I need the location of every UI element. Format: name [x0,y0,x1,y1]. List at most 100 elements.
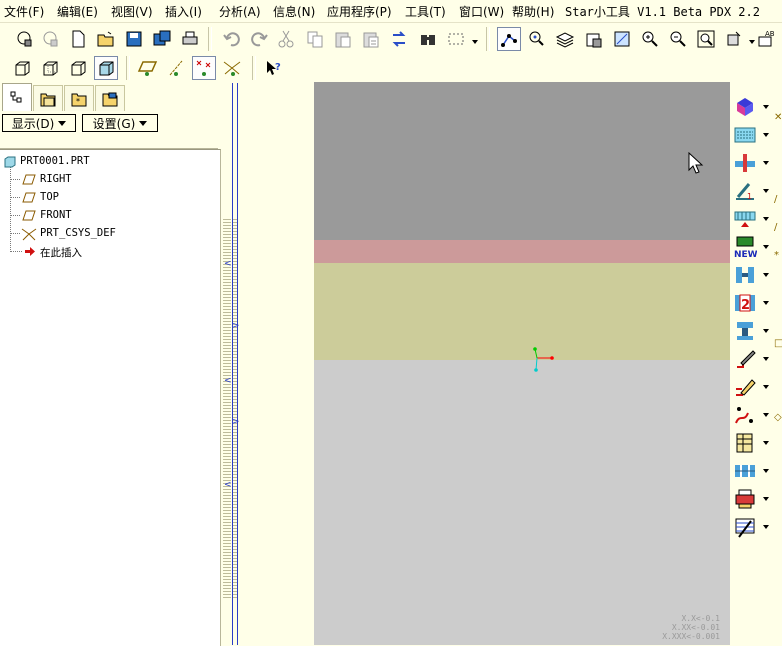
partial-icon[interactable]: ✕ [774,112,782,123]
save-icon[interactable] [122,27,146,51]
datum-points-icon[interactable] [192,56,216,80]
annotation-icon[interactable]: AB [755,27,779,51]
no-hidden-icon[interactable] [66,56,90,80]
shading-icon[interactable] [94,56,118,80]
chevron-down-icon[interactable] [763,525,769,529]
table-icon[interactable] [733,431,757,455]
save-copy-icon[interactable] [150,27,174,51]
chevron-down-icon[interactable] [763,245,769,249]
texture-icon[interactable] [733,515,757,539]
redo-icon[interactable] [247,27,271,51]
select-box-icon[interactable] [444,27,468,51]
print-icon[interactable] [178,27,202,51]
partial-icon[interactable]: * [774,250,779,261]
shell-icon[interactable] [733,263,757,287]
hidden-line-icon[interactable] [38,56,62,80]
menu-info[interactable]: 信息(N) [273,3,315,20]
printer-icon[interactable] [733,487,757,511]
navigator-splitter[interactable]: < > < > < [221,83,241,645]
sketch-edit-icon[interactable] [733,347,757,371]
zoom-in-icon[interactable] [638,27,662,51]
expand-arrow-icon[interactable]: > [232,417,240,427]
show-button[interactable]: 显示(D) [2,114,76,132]
regenerate-icon[interactable] [387,27,411,51]
chevron-down-icon[interactable] [763,301,769,305]
collapse-arrow-icon[interactable]: < [224,376,232,386]
spin-center-icon[interactable] [525,27,549,51]
settings-button[interactable]: 设置(G) [82,114,158,132]
zoom-out-icon[interactable] [666,27,690,51]
shading-wireframe-icon[interactable] [10,56,34,80]
copy-icon[interactable] [303,27,327,51]
datum-curve-icon[interactable] [733,403,757,427]
context-help-icon[interactable]: ? [262,56,286,80]
chevron-down-icon[interactable] [763,105,769,109]
datum-planes-icon[interactable] [136,56,160,80]
datum-display-icon[interactable] [497,27,521,51]
menu-applications[interactable]: 应用程序(P) [327,3,392,20]
datum-axes-icon[interactable] [164,56,188,80]
menu-edit[interactable]: 编辑(E) [57,3,98,20]
new-feature-icon[interactable]: NEW [733,235,758,260]
chevron-down-icon[interactable] [763,133,769,137]
tree-item-csys[interactable]: PRT_CSYS_DEF [0,225,218,242]
select-box-dropdown-icon[interactable] [472,40,478,44]
chevron-down-icon[interactable] [763,273,769,277]
paste-icon[interactable] [331,27,355,51]
draft-icon[interactable]: 1 [733,179,757,203]
chevron-down-icon[interactable] [763,497,769,501]
graphics-window[interactable]: X.X<-0.1 X.XX<-0.01 X.XXX<-0.001 [314,82,730,645]
partial-icon[interactable]: ◇ [774,412,782,423]
insert-icon[interactable] [733,319,757,343]
tree-item-insert-here[interactable]: 在此插入 [0,243,218,260]
find-icon[interactable] [416,27,440,51]
undo-icon[interactable] [220,27,244,51]
chevron-down-icon[interactable] [763,469,769,473]
menu-tools[interactable]: 工具(T) [405,3,446,20]
menu-analysis[interactable]: 分析(A) [219,3,261,20]
cut-icon[interactable] [274,27,298,51]
layers-icon[interactable] [553,27,577,51]
menu-help[interactable]: 帮助(H) [512,3,554,20]
chevron-down-icon[interactable] [763,357,769,361]
menu-file[interactable]: 文件(F) [4,3,44,20]
paste-special-icon[interactable] [359,27,383,51]
tree-item-front[interactable]: FRONT [0,207,218,224]
tree-root[interactable]: PRT0001.PRT [0,153,218,170]
menu-star-tools[interactable]: Star小工具 V1.1 Beta PDX 2.2 [565,3,760,20]
open-file-icon[interactable] [94,27,118,51]
expand-arrow-icon[interactable]: > [232,321,240,331]
protrusion-icon[interactable] [733,95,757,119]
menu-window[interactable]: 窗口(W) [459,3,504,20]
rib-icon[interactable] [733,207,757,231]
chevron-down-icon[interactable] [763,189,769,193]
erase-not-displayed-icon[interactable] [38,27,62,51]
open-from-session-icon[interactable] [12,27,36,51]
chevron-down-icon[interactable] [763,217,769,221]
folder-browser-tab[interactable] [33,85,63,111]
model-tree-tab[interactable] [2,83,32,111]
connections-tab[interactable] [95,85,125,111]
hole-icon[interactable] [733,151,757,175]
partial-icon[interactable]: / [774,222,777,233]
menu-view[interactable]: 视图(V) [111,3,153,20]
coordinate-systems-icon[interactable] [220,56,244,80]
tree-item-top[interactable]: TOP [0,189,218,206]
refit-icon[interactable] [694,27,718,51]
collapse-arrow-icon[interactable]: < [224,259,232,269]
tree-item-right[interactable]: RIGHT [0,171,218,188]
cross-section-icon[interactable] [733,459,757,483]
collapse-arrow-icon[interactable]: < [224,480,232,490]
chevron-down-icon[interactable] [763,413,769,417]
new-file-icon[interactable] [66,27,90,51]
favorites-tab[interactable]: * [64,85,94,111]
sketch-pen-icon[interactable] [733,375,757,399]
partial-icon[interactable]: / [774,194,777,205]
chevron-down-icon[interactable] [763,161,769,165]
saved-views-icon[interactable] [610,27,634,51]
hatch-icon[interactable] [733,123,757,147]
menu-insert[interactable]: 插入(I) [165,3,202,20]
reorient-icon[interactable] [722,27,746,51]
model-tree-icon[interactable] [582,27,606,51]
chevron-down-icon[interactable] [763,441,769,445]
